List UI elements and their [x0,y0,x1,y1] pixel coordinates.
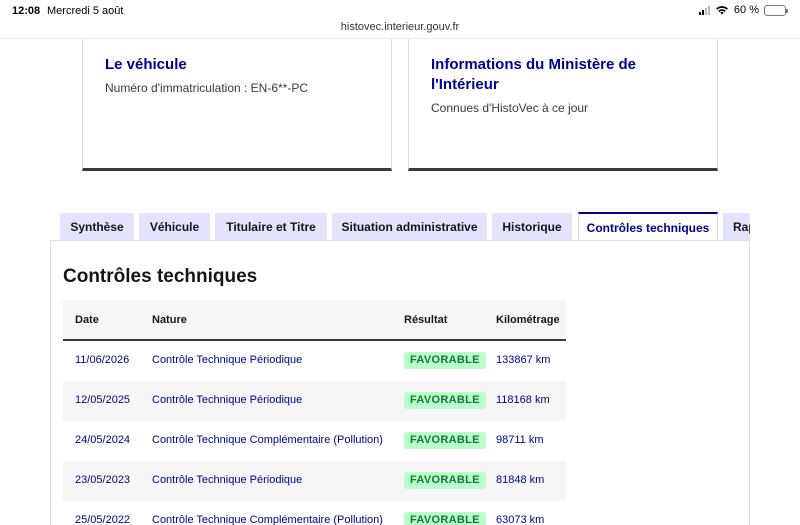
registration-number: Numéro d'immatriculation : EN-6**-PC [105,81,309,95]
table-row: 23/05/2023 Contrôle Technique Périodique… [63,461,566,501]
tab-situation-administrative[interactable]: Situation administrative [332,213,487,241]
table-row: 11/06/2026 Contrôle Technique Périodique… [63,341,566,381]
header-result: Résultat [404,314,448,326]
cell-nature: Contrôle Technique Périodique [152,474,303,486]
cell-nature: Contrôle Technique Périodique [152,354,303,366]
ministry-card-title: Informations du Ministère de l'Intérieur [431,56,637,93]
table-row: 12/05/2025 Contrôle Technique Périodique… [63,381,566,421]
cell-mileage: 118168 km [496,394,550,406]
cell-mileage: 133867 km [496,354,551,366]
status-time: 12:08 [12,5,41,17]
cell-nature: Contrôle Technique Complémentaire (Pollu… [152,514,383,525]
tab-rapport[interactable]: Rapport [723,213,750,241]
header-mileage: Kilométrage [496,314,560,326]
tab-historique[interactable]: Historique [492,213,572,241]
cell-date: 12/05/2025 [75,394,131,406]
status-date: Mercredi 5 août [47,5,124,17]
table-header: Date Nature Résultat Kilométrage [63,300,566,341]
result-badge: FAVORABLE [404,472,486,489]
tab-synthese[interactable]: Synthèse [60,213,134,241]
cell-mileage: 63073 km [496,514,545,525]
cell-nature: Contrôle Technique Complémentaire (Pollu… [152,434,383,446]
table-row: 25/05/2022 Contrôle Technique Complément… [63,501,566,525]
cell-date: 25/05/2022 [75,514,131,525]
cell-date: 11/06/2026 [75,354,130,366]
header-nature: Nature [152,314,187,326]
vehicle-card-title: Le véhicule [105,56,187,73]
tab-controles-techniques[interactable]: Contrôles techniques [578,212,718,241]
result-badge: FAVORABLE [404,352,486,369]
result-badge: FAVORABLE [404,432,486,449]
ministry-card-text: Connues d'HistoVec à ce jour [431,101,589,115]
tab-vehicule[interactable]: Véhicule [139,213,210,241]
vehicle-card: Le véhicule Numéro d'immatriculation : E… [82,39,392,171]
section-title: Contrôles techniques [63,266,258,287]
tab-bar: Synthèse Véhicule Titulaire et Titre Sit… [60,212,750,241]
tab-titulaire[interactable]: Titulaire et Titre [215,213,327,241]
cell-mileage: 98711 km [496,434,544,446]
ministry-card: Informations du Ministère de l'Intérieur… [408,39,718,171]
cell-date: 23/05/2023 [75,474,131,486]
wifi-icon [715,6,728,15]
status-indicators: 60 % [698,4,788,16]
address-bar[interactable]: histovec.interieur.gouv.fr [0,21,800,33]
cell-nature: Contrôle Technique Périodique [152,394,303,406]
battery-icon [764,4,788,16]
battery-percent: 60 % [733,4,759,16]
result-badge: FAVORABLE [404,392,486,409]
result-badge: FAVORABLE [404,512,486,525]
table-row: 24/05/2024 Contrôle Technique Complément… [63,421,566,461]
inspections-table: Date Nature Résultat Kilométrage 11/06/2… [63,300,566,525]
cellular-signal-icon [698,5,710,15]
header-date: Date [75,314,99,326]
cell-date: 24/05/2024 [75,434,131,446]
cell-mileage: 81848 km [496,474,545,486]
